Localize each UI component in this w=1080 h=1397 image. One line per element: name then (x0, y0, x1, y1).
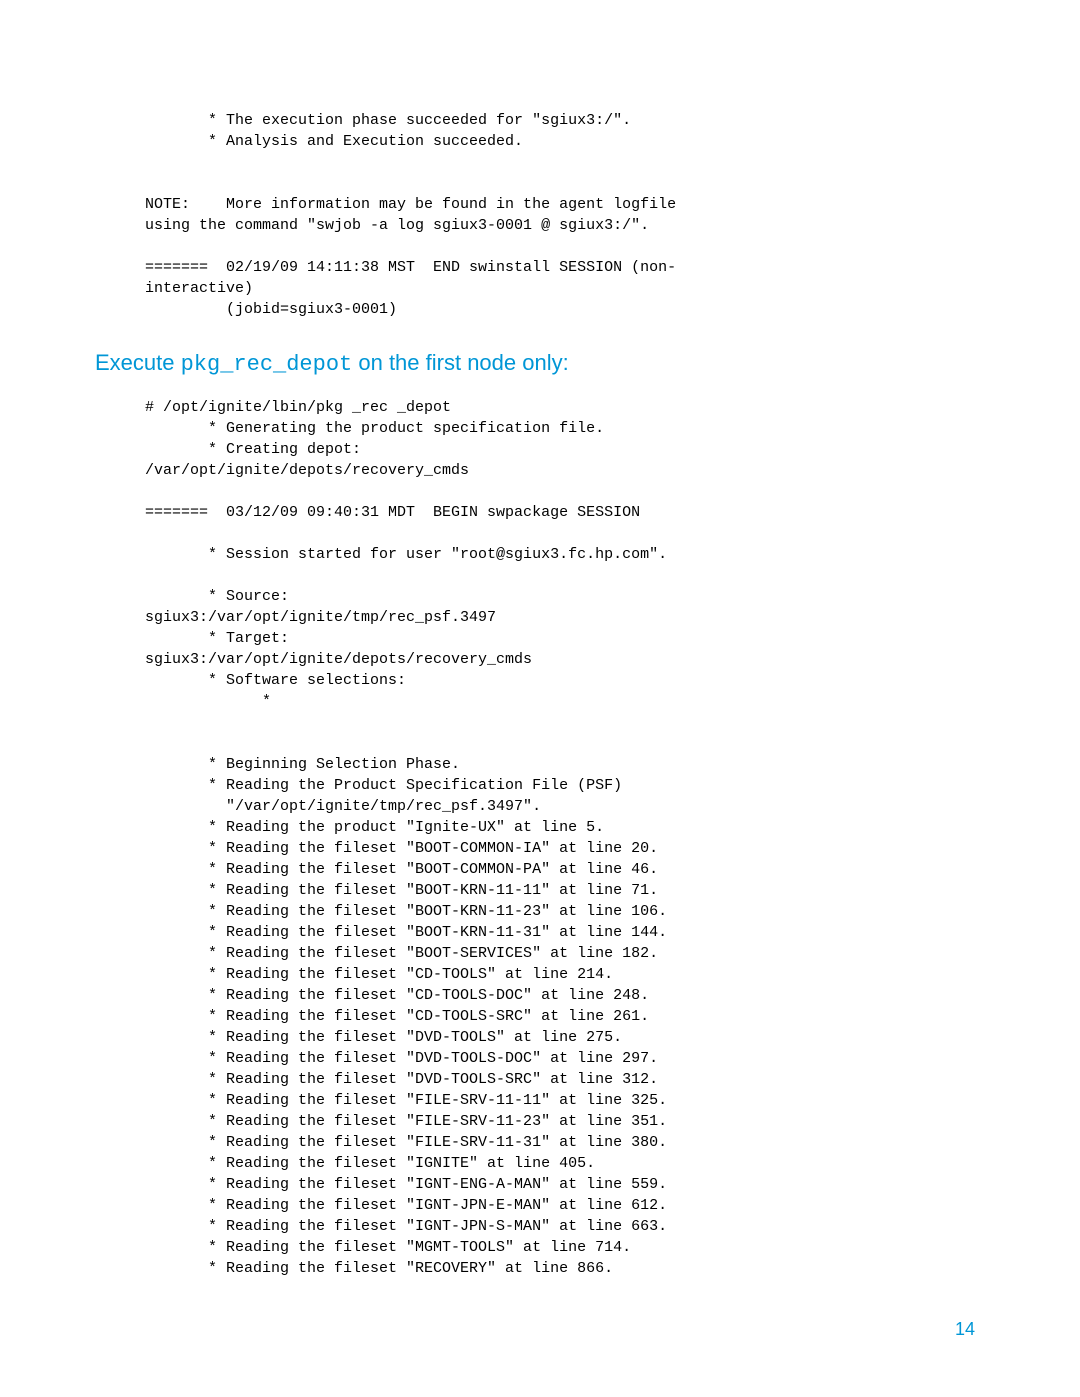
section-heading: Execute pkg_rec_depot on the first node … (95, 350, 985, 377)
heading-mono: pkg_rec_depot (181, 352, 353, 377)
code-block-1: * The execution phase succeeded for "sgi… (145, 110, 985, 320)
document-page: * The execution phase succeeded for "sgi… (0, 0, 1080, 1390)
heading-prefix: Execute (95, 350, 181, 375)
code-block-2: # /opt/ignite/lbin/pkg _rec _depot * Gen… (145, 397, 985, 1279)
page-number: 14 (95, 1319, 985, 1340)
heading-suffix: on the first node only: (352, 350, 568, 375)
